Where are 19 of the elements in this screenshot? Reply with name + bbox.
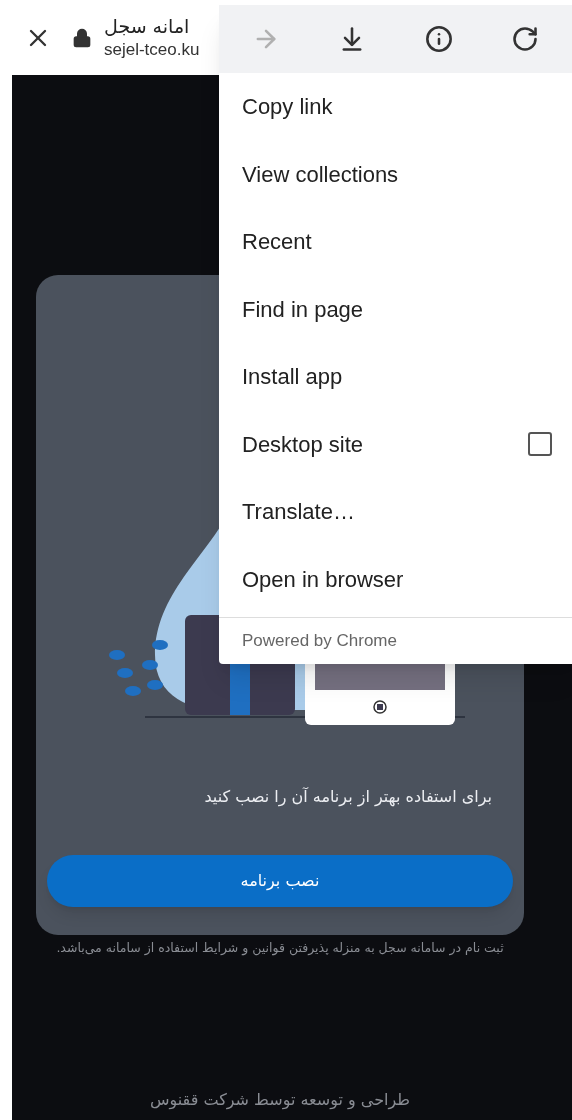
- menu-item[interactable]: View collections: [219, 140, 572, 208]
- page-url: sejel-tceo.ku: [104, 38, 200, 61]
- reload-icon[interactable]: [510, 25, 539, 53]
- info-icon[interactable]: [424, 25, 453, 53]
- credits-text: طراحی و توسعه توسط شرکت ققنوس: [149, 1089, 411, 1112]
- menu-footer: Powered by Chrome: [219, 618, 572, 664]
- menu-item[interactable]: Recent: [219, 208, 572, 276]
- install-button[interactable]: نصب برنامه: [47, 855, 513, 907]
- lock-icon: [72, 27, 92, 48]
- menu-item[interactable]: Translate…: [219, 478, 572, 546]
- menu-item[interactable]: Install app: [219, 343, 572, 411]
- install-message: برای استفاده بهتر از برنامه آن را نصب کنید: [204, 786, 492, 809]
- menu-item[interactable]: Desktop site: [219, 410, 572, 478]
- menu-item[interactable]: Copy link: [219, 73, 572, 141]
- page-title: امانه سجل: [104, 13, 191, 38]
- menu-item[interactable]: Find in page: [219, 275, 572, 343]
- checkbox[interactable]: [528, 432, 552, 457]
- menu-item[interactable]: Open in browser: [219, 545, 572, 613]
- terms-note: ثبت نام در سامانه سجل به منزله پذیرفتن قوانین و شرایط استفاده از سامانه می‌باشد.: [56, 939, 504, 958]
